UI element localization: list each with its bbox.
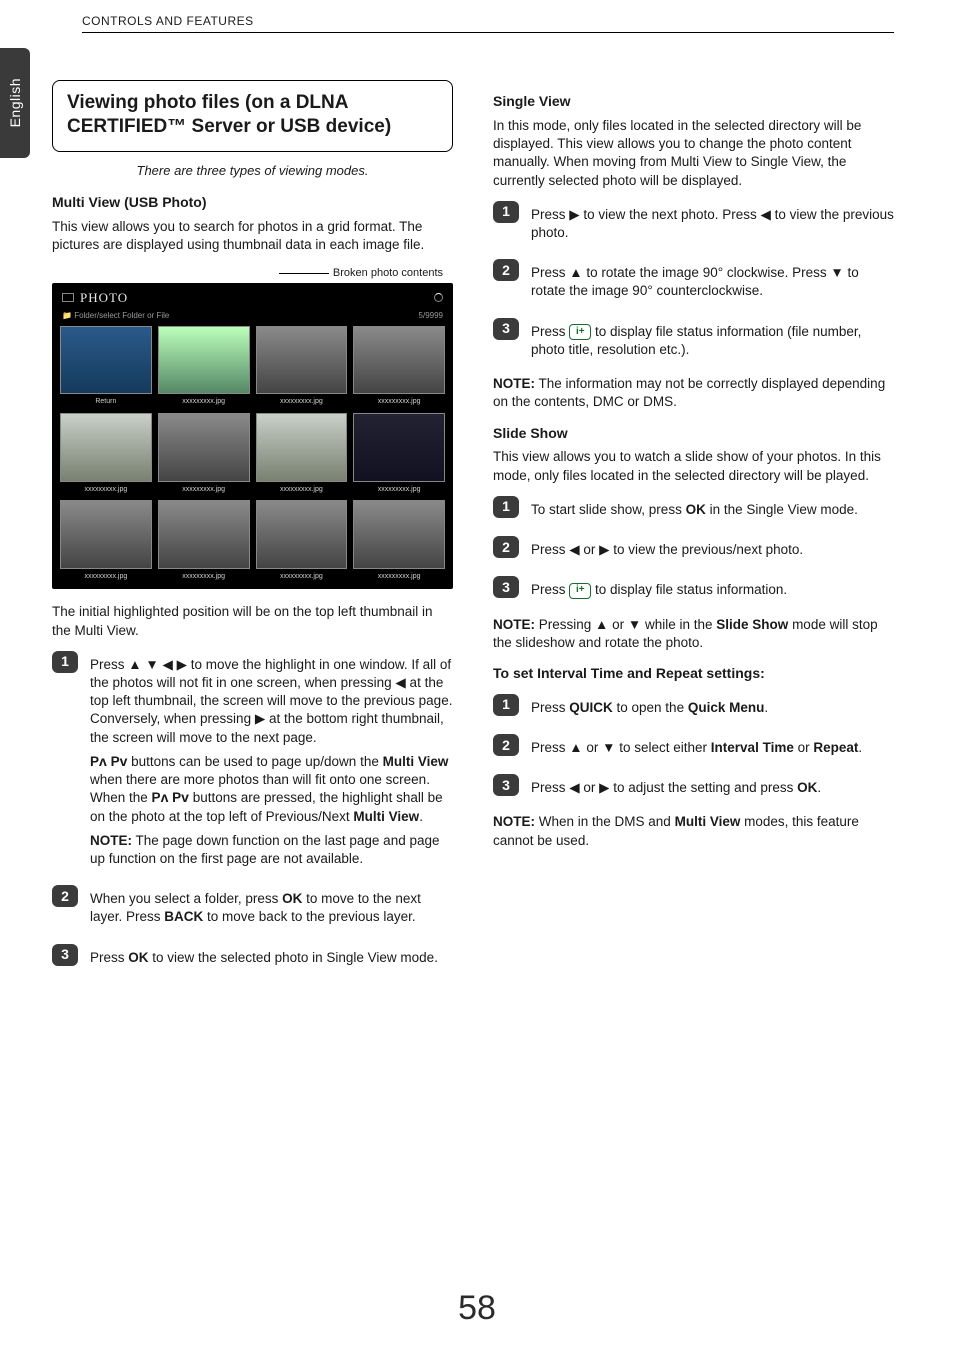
step-2-text: When you select a folder, press OK to mo… (90, 890, 453, 926)
single-view-intro: In this mode, only files located in the … (493, 117, 894, 190)
language-label: English (7, 78, 23, 127)
step-1-text-a: Press ▲ ▼ ◀ ▶ to move the highlight in o… (90, 656, 453, 747)
thumbnail-grid: Return xxxxxxxxx.jpg xxxxxxxxx.jpg xxxxx… (56, 326, 449, 586)
screenshot-header: PHOTO (56, 287, 449, 311)
right-column: Single View In this mode, only files loc… (493, 80, 894, 1272)
photo-viewer-screenshot: PHOTO 📁 Folder/select Folder or File 5/9… (52, 283, 453, 589)
interval-s1-text: Press QUICK to open the Quick Menu. (531, 699, 894, 717)
p-down-label: Pv (111, 754, 128, 769)
folder-hint: 📁 Folder/select Folder or File (62, 311, 169, 322)
info-icon: i+ (569, 324, 591, 340)
list-item: Return (60, 326, 152, 407)
slide-step-3: 3 Press i+ to display file status inform… (493, 575, 894, 605)
screenshot-callout: Broken photo contents (52, 266, 443, 281)
step-number-badge: 2 (493, 734, 519, 756)
step-body: Press OK to view the selected photo in S… (90, 943, 453, 973)
breadcrumb-text: CONTROLS AND FEATURES (82, 14, 254, 28)
step-3-text: Press OK to view the selected photo in S… (90, 949, 453, 967)
step-number-badge: 2 (493, 536, 519, 558)
list-item: xxxxxxxxx.jpg (353, 326, 445, 407)
p-down-label: Pv (172, 790, 189, 805)
interval-s2-text: Press ▲ or ▼ to select either Interval T… (531, 739, 894, 757)
step-number-badge: 2 (52, 885, 78, 907)
list-item: xxxxxxxxx.jpg (158, 500, 250, 581)
page-number: 58 (0, 1289, 954, 1328)
slide-step-2: 2 Press ◀ or ▶ to view the previous/next… (493, 535, 894, 565)
step-1-text-b: Pʌ Pv buttons can be used to page up/dow… (90, 753, 453, 826)
section-title-box: Viewing photo files (on a DLNA CERTIFIED… (52, 80, 453, 152)
heading-interval: To set Interval Time and Repeat settings… (493, 664, 894, 683)
list-item: xxxxxxxxx.jpg (60, 413, 152, 494)
single-step-3: 3 Press i+ to display file status inform… (493, 317, 894, 365)
list-item: xxxxxxxxx.jpg (353, 413, 445, 494)
tv-icon (62, 293, 74, 302)
section-subtitle: There are three types of viewing modes. (52, 162, 453, 180)
list-item: xxxxxxxxx.jpg (256, 500, 348, 581)
info-icon: i+ (569, 583, 591, 599)
list-item: xxxxxxxxx.jpg (256, 326, 348, 407)
multi-view-intro: This view allows you to search for photo… (52, 218, 453, 254)
single-s1-text: Press ▶ to view the next photo. Press ◀ … (531, 206, 894, 242)
slide-s1-text: To start slide show, press OK in the Sin… (531, 501, 894, 519)
step-1-note: NOTE: The page down function on the last… (90, 832, 453, 868)
step-body: Press ▲ ▼ ◀ ▶ to move the highlight in o… (90, 650, 453, 874)
interval-step-2: 2 Press ▲ or ▼ to select either Interval… (493, 733, 894, 763)
slide-step-1: 1 To start slide show, press OK in the S… (493, 495, 894, 525)
step-number-badge: 1 (493, 201, 519, 223)
slide-s2-text: Press ◀ or ▶ to view the previous/next p… (531, 541, 894, 559)
p-up-label: Pʌ (90, 754, 107, 769)
list-item: xxxxxxxxx.jpg (158, 413, 250, 494)
step-number-badge: 3 (493, 576, 519, 598)
step-number-badge: 3 (493, 318, 519, 340)
step-number-badge: 1 (493, 694, 519, 716)
step-number-badge: 2 (493, 259, 519, 281)
heading-single-view: Single View (493, 92, 894, 111)
heading-multi-view: Multi View (USB Photo) (52, 193, 453, 212)
step-1: 1 Press ▲ ▼ ◀ ▶ to move the highlight in… (52, 650, 453, 874)
interval-step-3: 3 Press ◀ or ▶ to adjust the setting and… (493, 773, 894, 803)
list-item: xxxxxxxxx.jpg (353, 500, 445, 581)
page: English CONTROLS AND FEATURES Viewing ph… (0, 0, 954, 1352)
list-item: xxxxxxxxx.jpg (60, 500, 152, 581)
loading-icon (434, 293, 443, 302)
screenshot-brand: PHOTO (80, 289, 128, 307)
content-columns: Viewing photo files (on a DLNA CERTIFIED… (52, 80, 894, 1272)
interval-note: NOTE: When in the DMS and Multi View mod… (493, 813, 894, 849)
screenshot-wrap: Broken photo contents PHOTO 📁 Folder/sel… (52, 266, 453, 589)
slide-s3-text: Press i+ to display file status informat… (531, 581, 894, 599)
step-number-badge: 1 (52, 651, 78, 673)
step-2: 2 When you select a folder, press OK to … (52, 884, 453, 932)
list-item: xxxxxxxxx.jpg (158, 326, 250, 407)
slide-intro: This view allows you to watch a slide sh… (493, 448, 894, 484)
step-number-badge: 1 (493, 496, 519, 518)
step-body: When you select a folder, press OK to mo… (90, 884, 453, 932)
photo-count: 5/9999 (419, 311, 443, 322)
initial-highlight-text: The initial highlighted position will be… (52, 603, 453, 639)
section-title: Viewing photo files (on a DLNA CERTIFIED… (67, 91, 438, 139)
interval-step-1: 1 Press QUICK to open the Quick Menu. (493, 693, 894, 723)
single-step-1: 1 Press ▶ to view the next photo. Press … (493, 200, 894, 248)
step-3: 3 Press OK to view the selected photo in… (52, 943, 453, 973)
slide-note: NOTE: Pressing ▲ or ▼ while in the Slide… (493, 616, 894, 652)
callout-line (279, 273, 329, 274)
single-step-2: 2 Press ▲ to rotate the image 90° clockw… (493, 258, 894, 306)
language-tab: English (0, 48, 30, 158)
heading-slide-show: Slide Show (493, 424, 894, 443)
left-column: Viewing photo files (on a DLNA CERTIFIED… (52, 80, 453, 1272)
interval-s3-text: Press ◀ or ▶ to adjust the setting and p… (531, 779, 894, 797)
step-number-badge: 3 (493, 774, 519, 796)
step-number-badge: 3 (52, 944, 78, 966)
callout-text: Broken photo contents (333, 266, 443, 281)
single-note: NOTE: The information may not be correct… (493, 375, 894, 411)
list-item: xxxxxxxxx.jpg (256, 413, 348, 494)
single-s2-text: Press ▲ to rotate the image 90° clockwis… (531, 264, 894, 300)
single-s3-text: Press i+ to display file status informat… (531, 323, 894, 359)
header-breadcrumb: CONTROLS AND FEATURES (82, 14, 894, 33)
p-up-label: Pʌ (152, 790, 169, 805)
